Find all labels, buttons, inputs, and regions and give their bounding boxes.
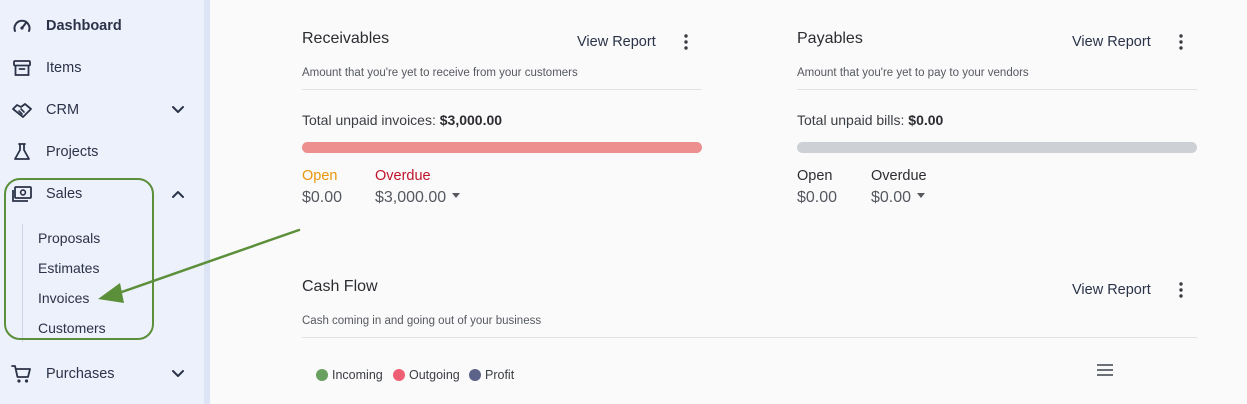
chevron-up-icon[interactable] bbox=[168, 184, 188, 204]
gauge-icon bbox=[11, 15, 33, 37]
legend-item-incoming[interactable]: Incoming bbox=[316, 368, 383, 382]
sidebar-item-purchases[interactable]: Purchases bbox=[0, 354, 204, 394]
sidebar-item-crm[interactable]: CRM bbox=[0, 90, 204, 130]
receivables-subtitle: Amount that you're yet to receive from y… bbox=[302, 67, 578, 79]
sidebar-item-items[interactable]: Items bbox=[0, 48, 204, 88]
banknote-icon bbox=[11, 183, 33, 205]
payables-overdue-label: Overdue bbox=[871, 168, 927, 184]
payables-open-value: $0.00 bbox=[797, 189, 838, 206]
payables-view-report-link[interactable]: View Report bbox=[1072, 34, 1151, 50]
sidebar-item-projects[interactable]: Projects bbox=[0, 132, 204, 172]
receivables-overdue-fill bbox=[302, 142, 702, 153]
sidebar-item-label: CRM bbox=[46, 102, 80, 118]
receivables-view-report-link[interactable]: View Report bbox=[577, 34, 656, 50]
sidebar-item-label: Purchases bbox=[46, 366, 115, 382]
receivables-total-value: $3,000.00 bbox=[439, 112, 503, 128]
sidebar-item-label: Projects bbox=[46, 144, 99, 160]
receivables-overdue-value: $3,000.00 bbox=[375, 189, 447, 206]
legend-item-profit[interactable]: Profit bbox=[469, 368, 514, 382]
sidebar-item-dashboard[interactable]: Dashboard bbox=[0, 6, 204, 46]
receivables-progress-track bbox=[302, 142, 702, 153]
sidebar-border bbox=[204, 0, 210, 404]
payables-total-value: $0.00 bbox=[908, 112, 944, 128]
caret-down-icon bbox=[452, 193, 461, 199]
handshake-icon bbox=[11, 99, 33, 121]
sidebar-subitem-customers[interactable]: Customers bbox=[38, 320, 106, 336]
cashflow-subtitle: Cash coming in and going out of your bus… bbox=[302, 315, 542, 327]
payables-subtitle: Amount that you're yet to pay to your ve… bbox=[797, 67, 1029, 79]
payables-divider bbox=[797, 89, 1197, 90]
legend-item-outgoing[interactable]: Outgoing bbox=[393, 368, 460, 382]
receivables-open-label: Open bbox=[302, 168, 338, 184]
more-vertical-icon[interactable] bbox=[680, 32, 692, 52]
sidebar-item-sales[interactable]: Sales bbox=[0, 174, 204, 214]
sidebar-subitem-invoices[interactable]: Invoices bbox=[38, 290, 89, 306]
payables-title: Payables bbox=[797, 30, 863, 47]
payables-overdue-value: $0.00 bbox=[871, 189, 912, 206]
sidebar-item-label: Dashboard bbox=[46, 18, 122, 34]
payables-total-label: Total unpaid bills: bbox=[797, 112, 905, 128]
flask-icon bbox=[11, 141, 33, 163]
sidebar-subitem-estimates[interactable]: Estimates bbox=[38, 260, 99, 276]
payables-overdue-dropdown[interactable]: $0.00 bbox=[871, 189, 926, 207]
receivables-total: Total unpaid invoices: $3,000.00 bbox=[302, 112, 502, 128]
receivables-title: Receivables bbox=[302, 30, 390, 47]
payables-progress-track bbox=[797, 142, 1197, 153]
legend-label: Outgoing bbox=[409, 368, 460, 382]
sidebar-item-label: Sales bbox=[46, 186, 83, 202]
more-vertical-icon[interactable] bbox=[1175, 32, 1187, 52]
submenu-rail bbox=[22, 224, 23, 342]
chart-menu-icon[interactable] bbox=[1097, 364, 1113, 376]
sidebar-subitem-proposals[interactable]: Proposals bbox=[38, 230, 100, 246]
legend-dot-outgoing bbox=[393, 369, 405, 381]
receivables-open-value: $0.00 bbox=[302, 189, 343, 206]
cashflow-title: Cash Flow bbox=[302, 278, 378, 295]
receivables-overdue-dropdown[interactable]: $3,000.00 bbox=[375, 189, 461, 207]
archive-box-icon bbox=[11, 57, 33, 79]
more-vertical-icon[interactable] bbox=[1175, 280, 1187, 300]
chevron-down-icon[interactable] bbox=[168, 364, 188, 384]
sidebar-item-label: Items bbox=[46, 60, 82, 76]
payables-total: Total unpaid bills: $0.00 bbox=[797, 112, 943, 128]
legend-dot-profit bbox=[469, 369, 481, 381]
legend-label: Incoming bbox=[332, 368, 383, 382]
cashflow-view-report-link[interactable]: View Report bbox=[1072, 282, 1151, 298]
receivables-total-label: Total unpaid invoices: bbox=[302, 112, 436, 128]
chevron-down-icon[interactable] bbox=[168, 100, 188, 120]
payables-open-label: Open bbox=[797, 168, 833, 184]
receivables-divider bbox=[302, 89, 702, 90]
legend-dot-incoming bbox=[316, 369, 328, 381]
receivables-overdue-label: Overdue bbox=[375, 168, 431, 184]
cart-icon bbox=[11, 363, 33, 385]
caret-down-icon bbox=[917, 193, 926, 199]
cashflow-divider bbox=[302, 337, 1197, 338]
legend-label: Profit bbox=[485, 368, 515, 382]
